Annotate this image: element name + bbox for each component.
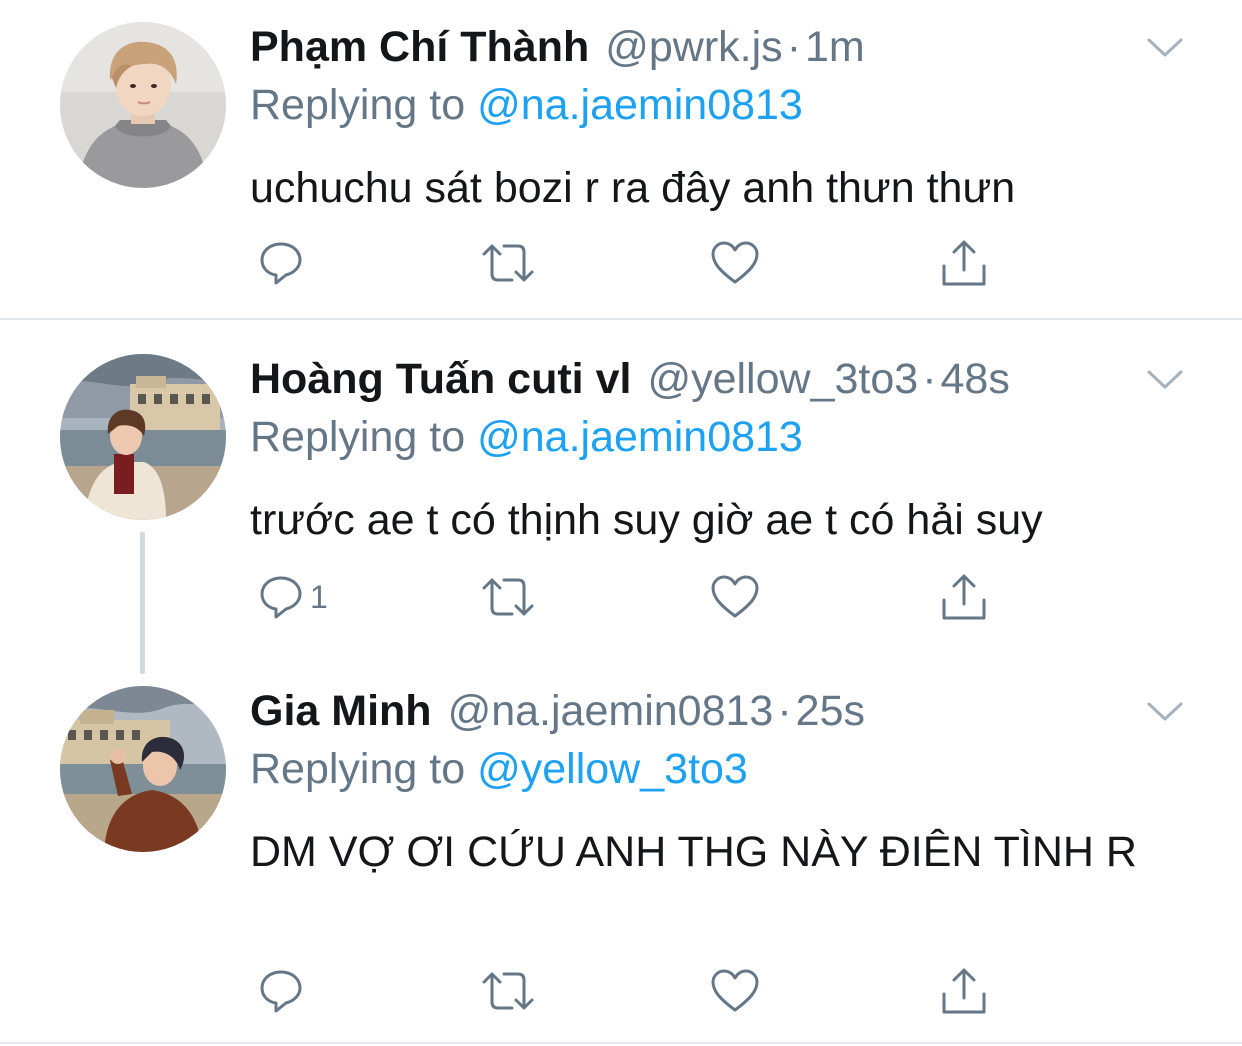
share-button[interactable] [940,570,988,624]
share-button[interactable] [940,964,988,1018]
like-icon [710,240,760,286]
chevron-down-icon[interactable] [1146,700,1184,724]
separator-dot: · [777,687,792,735]
replying-to-label: Replying to [250,745,466,793]
username-handle[interactable]: @pwrk.js [605,22,782,72]
tweet-header: Gia Minh @na.jaemin0813 · 25s [250,686,865,736]
replying-to-label: Replying to [250,413,466,461]
retweet-icon [480,574,536,620]
username-handle[interactable]: @yellow_3to3 [647,354,918,404]
avatar[interactable] [60,354,226,520]
display-name[interactable]: Phạm Chí Thành [250,22,589,72]
replying-to-line: Replying to @na.jaemin0813 [250,412,803,462]
tweet[interactable]: Hoàng Tuấn cuti vl @yellow_3to3 · 48s Re… [0,354,1242,674]
avatar[interactable] [60,686,226,852]
like-icon [710,574,760,620]
tweet-text: trước ae t có thịnh suy giờ ae t có hải … [250,496,1043,544]
replying-to-mention[interactable]: @yellow_3to3 [477,745,748,793]
action-bar [250,236,1010,290]
tweet-text: uchuchu sát bozi r ra đây anh thưn thưn [250,164,1016,212]
like-button[interactable] [710,236,760,290]
username-handle[interactable]: @na.jaemin0813 [448,686,774,736]
timestamp[interactable]: 25s [796,686,865,736]
retweet-button[interactable] [480,236,536,290]
display-name[interactable]: Gia Minh [250,686,432,736]
reply-button[interactable] [258,236,310,290]
tweet-header: Phạm Chí Thành @pwrk.js · 1m [250,22,865,72]
replying-to-line: Replying to @na.jaemin0813 [250,80,803,130]
share-icon [940,238,988,288]
retweet-button[interactable] [480,570,536,624]
thread-line [140,532,145,674]
share-icon [940,572,988,622]
display-name[interactable]: Hoàng Tuấn cuti vl [250,354,631,404]
retweet-icon [480,240,536,286]
action-bar: 1 [250,570,1010,624]
replying-to-mention[interactable]: @na.jaemin0813 [477,413,803,461]
reply-button[interactable] [258,964,310,1018]
tweet[interactable]: Phạm Chí Thành @pwrk.js · 1m Replying to… [0,22,1242,318]
reply-icon [258,240,304,286]
tweet-divider [0,318,1242,320]
chevron-down-icon[interactable] [1146,36,1184,60]
retweet-button[interactable] [480,964,536,1018]
reply-icon [258,968,304,1014]
avatar[interactable] [60,22,226,188]
like-button[interactable] [710,964,760,1018]
reply-count: 1 [310,578,328,615]
timestamp[interactable]: 1m [805,22,865,72]
tweet-header: Hoàng Tuấn cuti vl @yellow_3to3 · 48s [250,354,1010,404]
tweet-text: DM VỢ ƠI CỨU ANH THG NÀY ĐIÊN TÌNH R [250,828,1137,876]
share-button[interactable] [940,236,988,290]
retweet-icon [480,968,536,1014]
replying-to-label: Replying to [250,81,466,129]
like-icon [710,968,760,1014]
share-icon [940,966,988,1016]
replying-to-mention[interactable]: @na.jaemin0813 [477,81,803,129]
tweet-divider [0,1042,1242,1044]
like-button[interactable] [710,570,760,624]
tweet[interactable]: Gia Minh @na.jaemin0813 · 25s Replying t… [0,686,1242,1042]
reply-icon [258,574,304,620]
chevron-down-icon[interactable] [1146,368,1184,392]
reply-button[interactable]: 1 [258,570,328,624]
timestamp[interactable]: 48s [941,354,1010,404]
separator-dot: · [786,23,802,71]
action-bar [250,964,1010,1018]
replying-to-line: Replying to @yellow_3to3 [250,744,748,794]
separator-dot: · [922,355,937,403]
